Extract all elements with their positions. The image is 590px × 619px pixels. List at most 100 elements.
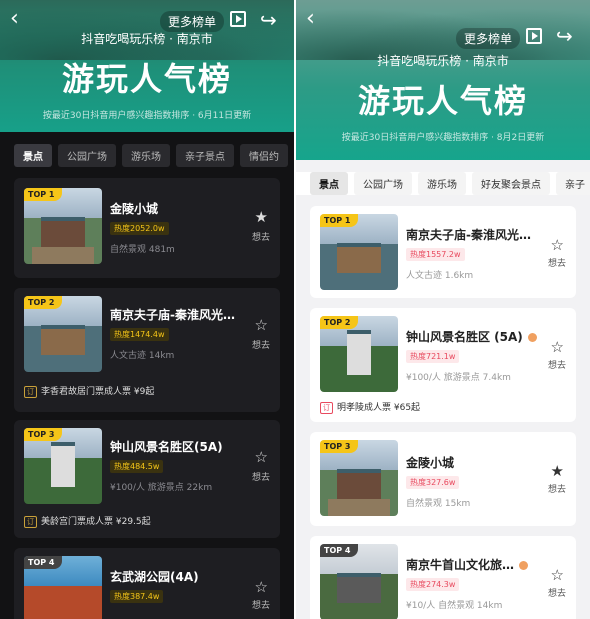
attraction-name: 钟山风景名胜区(5A): [110, 440, 223, 454]
attraction-name: 钟山风景名胜区 (5A): [406, 328, 537, 345]
ticket-offer[interactable]: 订明孝陵成人票 ¥65起: [320, 400, 420, 414]
brand-label: 抖音吃喝玩乐榜 · 南京市: [81, 32, 213, 46]
play-box-icon[interactable]: [526, 28, 542, 44]
right-screenshot: ‹ 更多榜单 ↪ 抖音吃喝玩乐榜 · 南京市 游玩人气榜 按最近30日抖音用户感…: [296, 0, 590, 619]
tab-parks[interactable]: 公园广场: [354, 172, 412, 195]
heat-badge: 热度721.1w: [406, 350, 460, 363]
want-label[interactable]: 想去: [252, 470, 270, 483]
star-icon[interactable]: ☆: [255, 316, 268, 334]
share-icon[interactable]: ↪: [260, 8, 277, 32]
ranking-header: ‹ 更多榜单 ↪ 抖音吃喝玩乐榜 · 南京市 游玩人气榜 按最近30日抖音用户感…: [0, 0, 294, 132]
share-icon[interactable]: ↪: [556, 24, 573, 48]
want-label[interactable]: 想去: [252, 598, 270, 611]
rank-badge: TOP 1: [24, 188, 63, 201]
category-tabs: 景点 公园广场 游乐场 亲子景点 情侣约: [0, 144, 294, 167]
attraction-photo: TOP 4: [24, 556, 102, 619]
tab-friends[interactable]: 好友聚会景点: [472, 172, 550, 195]
list-item[interactable]: TOP 3 金陵小城 热度327.6w 自然景观 15km ★ 想去: [310, 432, 576, 526]
tab-family[interactable]: 亲子景点: [176, 144, 234, 167]
heat-badge: 热度2052.0w: [110, 222, 169, 235]
attraction-name: 南京牛首山文化旅…: [406, 556, 529, 573]
ticket-icon: 订: [24, 516, 37, 528]
heat-badge: 热度1474.4w: [110, 328, 169, 341]
page-subtitle: 按最近30日抖音用户感兴趣指数排序 · 6月11日更新: [42, 111, 252, 121]
list-item[interactable]: TOP 1 南京夫子庙-秦淮风光… 热度1557.2w 人文古迹 1.6km ☆…: [310, 206, 576, 298]
tab-parks[interactable]: 公园广场: [58, 144, 116, 167]
list-item[interactable]: TOP 3 钟山风景名胜区(5A) 热度484.5w ¥100/人 旅游景点 2…: [14, 420, 280, 538]
attraction-meta: 自然景观 15km: [406, 499, 471, 509]
attraction-photo: TOP 3: [320, 440, 398, 516]
attraction-meta: 人文古迹 14km: [110, 351, 175, 361]
want-label[interactable]: 想去: [548, 482, 566, 495]
ticket-icon: 订: [24, 386, 37, 398]
back-arrow-icon[interactable]: ‹: [10, 8, 19, 30]
attraction-photo: TOP 3: [24, 428, 102, 504]
heat-badge: 热度1557.2w: [406, 248, 465, 261]
more-lists-button[interactable]: 更多榜单: [160, 11, 225, 32]
list-item[interactable]: TOP 4 南京牛首山文化旅… 热度274.3w ¥10/人 自然景观 14km…: [310, 536, 576, 619]
want-label[interactable]: 想去: [252, 230, 270, 243]
heat-badge: 热度274.3w: [406, 578, 460, 591]
want-label[interactable]: 想去: [252, 338, 270, 351]
list-item[interactable]: TOP 4 玄武湖公园(4A) 热度387.4w ☆ 想去: [14, 548, 280, 619]
attraction-photo: TOP 4: [320, 544, 398, 619]
attraction-photo: TOP 1: [24, 188, 102, 264]
attraction-meta: 自然景观 481m: [110, 245, 175, 255]
want-label[interactable]: 想去: [548, 586, 566, 599]
list-item[interactable]: TOP 2 南京夫子庙-秦淮风光… 热度1474.4w 人文古迹 14km ☆ …: [14, 288, 280, 412]
attraction-meta: ¥100/人 旅游景点 22km: [110, 483, 213, 493]
tab-amusement[interactable]: 游乐场: [418, 172, 466, 195]
ticket-icon: 订: [320, 402, 333, 414]
star-icon[interactable]: ☆: [551, 566, 564, 584]
attraction-photo: TOP 2: [320, 316, 398, 392]
want-label[interactable]: 想去: [548, 358, 566, 371]
ticket-offer[interactable]: 订美龄宫门票成人票 ¥29.5起: [24, 514, 151, 528]
attraction-meta: 人文古迹 1.6km: [406, 271, 474, 281]
rank-badge: TOP 4: [320, 544, 359, 557]
tab-couple[interactable]: 情侣约: [240, 144, 288, 167]
star-icon[interactable]: ★: [551, 462, 564, 480]
attraction-photo: TOP 2: [24, 296, 102, 372]
star-icon[interactable]: ☆: [255, 448, 268, 466]
attraction-name: 金陵小城: [406, 456, 455, 470]
medal-icon: [527, 333, 537, 342]
rank-badge: TOP 2: [320, 316, 359, 329]
list-item[interactable]: TOP 1 金陵小城 热度2052.0w 自然景观 481m ★ 想去: [14, 178, 280, 278]
heat-badge: 热度484.5w: [110, 460, 164, 473]
page-subtitle: 按最近30日抖音用户感兴趣指数排序 · 8月2日更新: [341, 133, 545, 143]
top-bar: ‹ 更多榜单 ↪: [306, 8, 580, 49]
ranking-header: ‹ 更多榜单 ↪ 抖音吃喝玩乐榜 · 南京市 游玩人气榜 按最近30日抖音用户感…: [296, 0, 590, 160]
tab-scenic[interactable]: 景点: [310, 172, 348, 195]
tab-scenic[interactable]: 景点: [14, 144, 52, 167]
attraction-name: 南京夫子庙-秦淮风光…: [406, 228, 531, 242]
attraction-photo: TOP 1: [320, 214, 398, 290]
attraction-name: 金陵小城: [110, 202, 159, 216]
rank-badge: TOP 2: [24, 296, 63, 309]
page-title: 游玩人气榜: [357, 82, 528, 120]
back-arrow-icon[interactable]: ‹: [306, 8, 315, 30]
page-title: 游玩人气榜: [61, 60, 232, 98]
star-icon[interactable]: ☆: [255, 578, 268, 596]
tab-family[interactable]: 亲子: [556, 172, 590, 195]
heat-badge: 热度327.6w: [406, 476, 460, 489]
ticket-offer[interactable]: 订李香君故居门票成人票 ¥9起: [24, 384, 154, 398]
attraction-name: 南京夫子庙-秦淮风光…: [110, 308, 235, 322]
medal-icon: [519, 561, 529, 570]
heat-badge: 热度387.4w: [110, 590, 164, 603]
rank-badge: TOP 3: [24, 428, 63, 441]
rank-badge: TOP 3: [320, 440, 359, 453]
rank-badge: TOP 1: [320, 214, 359, 227]
list-item[interactable]: TOP 2 钟山风景名胜区 (5A) 热度721.1w ¥100/人 旅游景点 …: [310, 308, 576, 422]
star-icon[interactable]: ☆: [551, 236, 564, 254]
star-icon[interactable]: ☆: [551, 338, 564, 356]
attraction-meta: ¥100/人 旅游景点 7.4km: [406, 373, 511, 383]
star-icon[interactable]: ★: [255, 208, 268, 226]
more-lists-button[interactable]: 更多榜单: [456, 28, 521, 49]
attraction-name: 玄武湖公园(4A): [110, 570, 199, 584]
play-box-icon[interactable]: [230, 11, 246, 27]
rank-badge: TOP 4: [24, 556, 63, 569]
tab-amusement[interactable]: 游乐场: [122, 144, 170, 167]
left-screenshot: ‹ 更多榜单 ↪ 抖音吃喝玩乐榜 · 南京市 游玩人气榜 按最近30日抖音用户感…: [0, 0, 294, 619]
attraction-meta: ¥10/人 自然景观 14km: [406, 601, 503, 611]
want-label[interactable]: 想去: [548, 256, 566, 269]
